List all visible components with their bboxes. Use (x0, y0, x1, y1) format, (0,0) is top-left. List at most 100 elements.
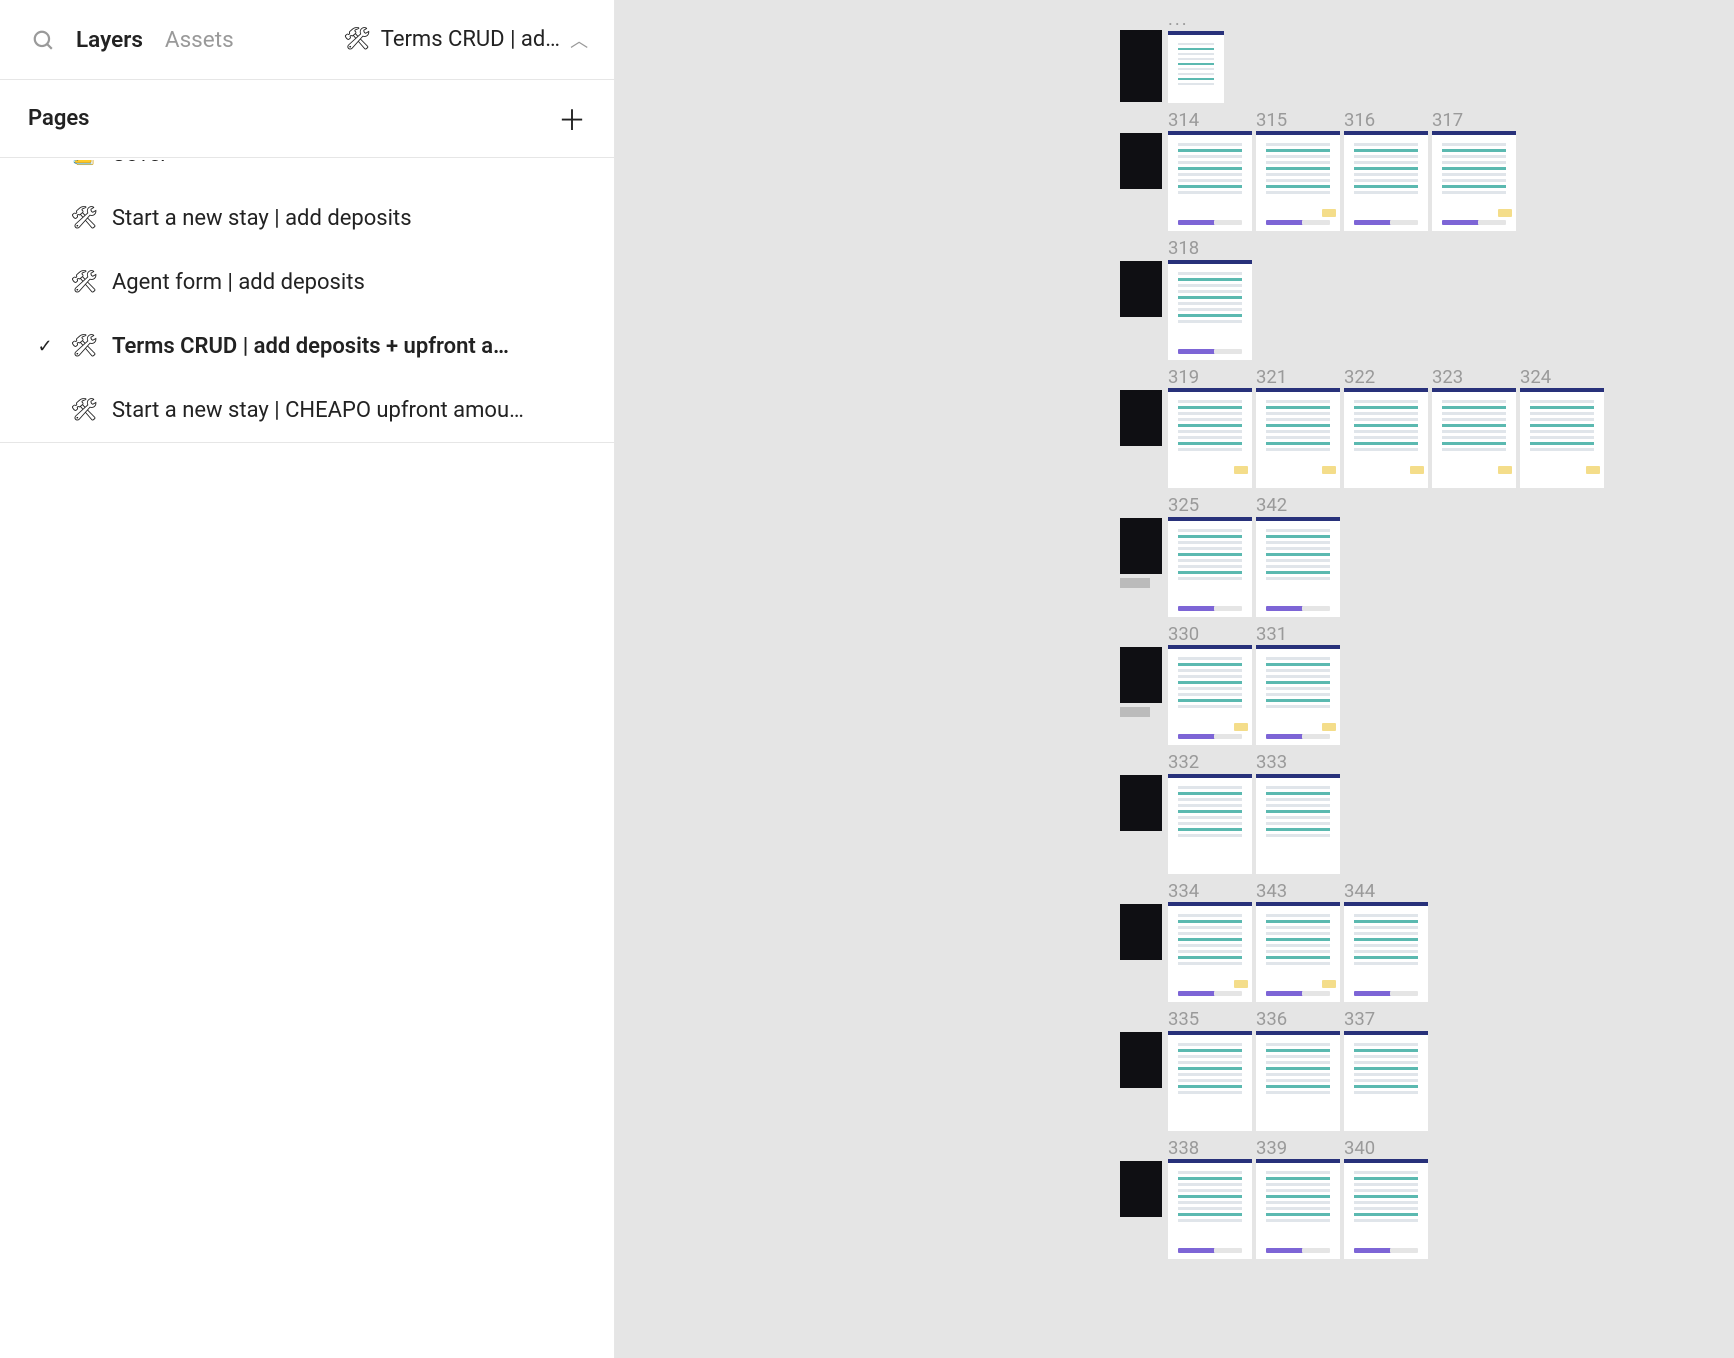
frame-body[interactable] (1168, 1159, 1252, 1259)
frame[interactable]: 318 (1168, 239, 1252, 360)
frame[interactable]: 336 (1256, 1010, 1340, 1131)
frame-label: 335 (1168, 1010, 1252, 1029)
frame-label: 323 (1432, 368, 1516, 387)
tools-icon: 🛠 (70, 270, 98, 295)
page-item-active[interactable]: ✓ 🛠 Terms CRUD | add deposits + upfront … (0, 314, 614, 378)
frame-body[interactable] (1256, 517, 1340, 617)
frame[interactable]: 324 (1520, 368, 1604, 489)
add-page-button[interactable]: ＋ (558, 99, 586, 139)
frame[interactable]: 315 (1256, 111, 1340, 232)
panel-header: Layers Assets 🛠 Terms CRUD | ad… 〈 (0, 0, 614, 80)
frame-body[interactable] (1256, 645, 1340, 745)
annotation-note[interactable] (1120, 647, 1162, 703)
annotation-note[interactable] (1120, 775, 1162, 831)
frame-body[interactable] (1168, 1031, 1252, 1131)
frame-label: 344 (1344, 882, 1428, 901)
search-icon[interactable] (32, 29, 54, 51)
frame[interactable]: 335 (1168, 1010, 1252, 1131)
page-label: Start a new stay | CHEAPO upfront amou… (112, 398, 524, 423)
tools-icon: 🛠 (70, 206, 98, 231)
frame-body[interactable] (1168, 388, 1252, 488)
frame-label: 321 (1256, 368, 1340, 387)
frame[interactable]: 344 (1344, 882, 1428, 1003)
annotation-note[interactable] (1120, 390, 1162, 446)
page-item[interactable]: 🛠 Agent form | add deposits (0, 250, 614, 314)
frame[interactable]: 322 (1344, 368, 1428, 489)
page-item[interactable]: 📒 Cover (0, 160, 614, 186)
frame-body[interactable] (1344, 1031, 1428, 1131)
frame-row: 330331 (1120, 625, 1604, 746)
frame-body[interactable] (1344, 1159, 1428, 1259)
frame[interactable]: 343 (1256, 882, 1340, 1003)
breadcrumb[interactable]: 🛠 Terms CRUD | ad… 〈 (343, 27, 588, 53)
annotation-note[interactable] (1120, 904, 1162, 960)
tools-icon: 🛠 (70, 334, 98, 359)
frame[interactable]: 314 (1168, 111, 1252, 232)
frame-label: 337 (1344, 1010, 1428, 1029)
annotation-note[interactable] (1120, 1032, 1162, 1088)
frame-body[interactable] (1168, 517, 1252, 617)
frame-body[interactable] (1432, 388, 1516, 488)
frame[interactable]: 340 (1344, 1139, 1428, 1260)
tab-assets[interactable]: Assets (165, 27, 234, 53)
page-item[interactable]: 🛠 Start a new stay | add deposits (0, 186, 614, 250)
frame-body[interactable] (1520, 388, 1604, 488)
frame-body[interactable] (1168, 902, 1252, 1002)
frame-body[interactable] (1168, 774, 1252, 874)
frame[interactable]: 338 (1168, 1139, 1252, 1260)
frame[interactable]: 333 (1256, 753, 1340, 874)
frame[interactable]: 321 (1256, 368, 1340, 489)
annotation-note[interactable] (1120, 261, 1162, 317)
tab-layers[interactable]: Layers (76, 27, 143, 53)
frame[interactable]: 316 (1344, 111, 1428, 232)
frame[interactable]: 325 (1168, 496, 1252, 617)
frame[interactable]: 334 (1168, 882, 1252, 1003)
tools-icon: 🛠 (343, 29, 371, 51)
frame-body[interactable] (1344, 388, 1428, 488)
frame-body[interactable] (1256, 774, 1340, 874)
frame[interactable]: 337 (1344, 1010, 1428, 1131)
frame-body[interactable] (1168, 131, 1252, 231)
frame-body[interactable] (1432, 131, 1516, 231)
frame-body[interactable] (1256, 388, 1340, 488)
side-chip[interactable] (1120, 578, 1150, 588)
frame[interactable]: 332 (1168, 753, 1252, 874)
frame-body[interactable] (1256, 1159, 1340, 1259)
frame[interactable]: 330 (1168, 625, 1252, 746)
frame-label: 332 (1168, 753, 1252, 772)
chevron-up-icon: 〈 (566, 31, 592, 49)
frame[interactable]: 339 (1256, 1139, 1340, 1260)
frame-row: 332333 (1120, 753, 1604, 874)
frame-label: 342 (1256, 496, 1340, 515)
frame[interactable]: ... (1168, 10, 1224, 103)
frame[interactable]: 331 (1256, 625, 1340, 746)
frame-body[interactable] (1344, 131, 1428, 231)
frame-body[interactable] (1256, 131, 1340, 231)
frame-body[interactable] (1168, 31, 1224, 103)
frame-body[interactable] (1168, 260, 1252, 360)
frame-label: 343 (1256, 882, 1340, 901)
frame-label: 338 (1168, 1139, 1252, 1158)
frame-body[interactable] (1256, 902, 1340, 1002)
annotation-note[interactable] (1120, 1161, 1162, 1217)
frame[interactable]: 342 (1256, 496, 1340, 617)
annotation-note[interactable] (1120, 133, 1162, 189)
frame[interactable]: 317 (1432, 111, 1516, 232)
frame-body[interactable] (1168, 645, 1252, 745)
annotation-note[interactable] (1120, 30, 1162, 102)
frame[interactable]: 323 (1432, 368, 1516, 489)
frame-row: 318 (1120, 239, 1604, 360)
annotation-note[interactable] (1120, 518, 1162, 574)
frame-row: 325342 (1120, 496, 1604, 617)
frame-label: 314 (1168, 111, 1252, 130)
frame-row: 314315316317 (1120, 111, 1604, 232)
canvas[interactable]: ...3143153163173183193213223233243253423… (615, 0, 1734, 1358)
side-chip[interactable] (1120, 707, 1150, 717)
frame[interactable]: 319 (1168, 368, 1252, 489)
frame-body[interactable] (1344, 902, 1428, 1002)
frame-body[interactable] (1256, 1031, 1340, 1131)
frame-label: 318 (1168, 239, 1252, 258)
page-item[interactable]: 🛠 Start a new stay | CHEAPO upfront amou… (0, 378, 614, 442)
pages-header: Pages ＋ (0, 80, 614, 158)
frame-label: 324 (1520, 368, 1604, 387)
